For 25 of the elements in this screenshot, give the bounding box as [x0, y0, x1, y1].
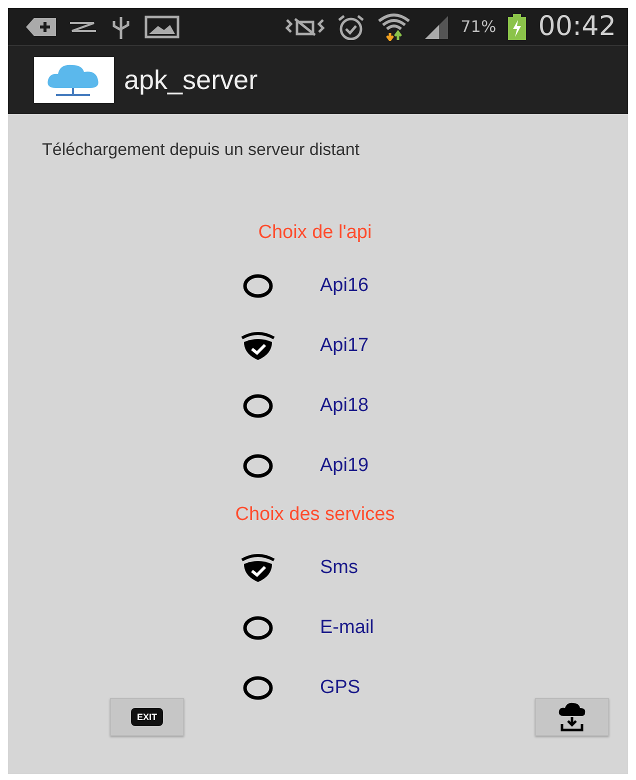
clock-time: 00:42	[538, 11, 616, 42]
battery-charging-icon	[508, 14, 526, 40]
option-label: GPS	[320, 677, 360, 699]
option-label: Api19	[320, 455, 369, 477]
exit-sign-icon: EXIT	[130, 708, 163, 726]
signal-icon	[422, 14, 449, 40]
battery-percentage: 71%	[460, 17, 496, 36]
image-icon	[144, 14, 180, 38]
app-title: apk_server	[124, 64, 258, 96]
option-label: E-mail	[320, 617, 374, 639]
option-label: Api18	[320, 395, 369, 417]
section-heading: Choix de l'api	[258, 222, 372, 244]
download-button[interactable]	[535, 698, 609, 736]
exit-button[interactable]: EXIT	[110, 698, 184, 736]
section-heading: Choix des services	[235, 504, 395, 526]
wifi-icon	[376, 12, 411, 40]
vibrate-mute-icon	[284, 16, 325, 38]
subtitle: Téléchargement depuis un serveur distant	[42, 140, 361, 160]
cloud-download-icon	[557, 702, 587, 732]
option-label: Api17	[320, 335, 369, 357]
backspace-icon	[26, 16, 56, 36]
usb-icon	[110, 14, 132, 38]
alarm-icon	[336, 14, 365, 40]
option-label: Api16	[320, 275, 369, 297]
option-label: Sms	[320, 557, 358, 579]
